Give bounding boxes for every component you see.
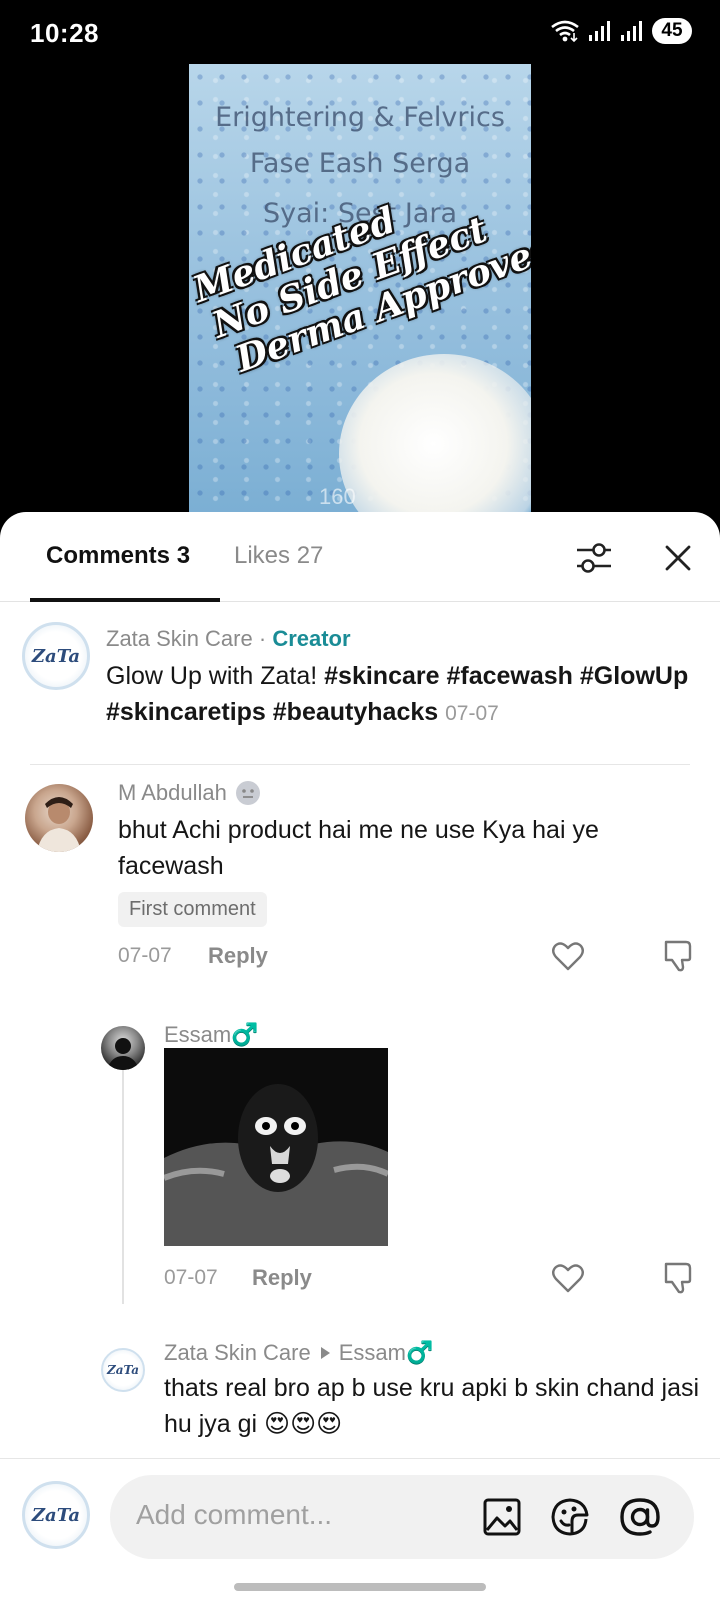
caption-comment: ZaTa Zata Skin Care · Creator Glow Up wi…	[0, 612, 720, 752]
comments-sheet: Comments 3 Likes 27 ZaTa Zata Skin Care …	[0, 512, 720, 1600]
home-indicator[interactable]	[234, 1583, 486, 1591]
hashtag[interactable]: #GlowUp	[580, 662, 688, 690]
status-icons: 45	[550, 18, 692, 44]
avatar-logo-text: ZaTa	[106, 1363, 140, 1377]
sheet-header: Comments 3 Likes 27	[0, 512, 720, 602]
tab-likes[interactable]: Likes 27	[234, 542, 323, 570]
comment-composer: ZaTa Add comment...	[0, 1458, 720, 1600]
signal-icon-2	[621, 21, 642, 41]
avatar-logo-text: ZaTa	[31, 1504, 81, 1526]
battery-indicator: 45	[652, 18, 692, 44]
avatar[interactable]: ZaTa	[22, 1481, 90, 1549]
reply-image[interactable]	[164, 1048, 388, 1246]
reply-to-author[interactable]: Essam♂️	[339, 1340, 434, 1366]
reply-item: Essam♂️ 07-07 Reply	[0, 1018, 720, 1318]
comment-date: 07-07	[164, 1266, 218, 1289]
comment-item: M Abdullah bhut Achi product hai me ne u…	[0, 774, 720, 974]
comment-author[interactable]: Zata Skin Care	[164, 1340, 311, 1366]
sliders-icon	[577, 543, 611, 573]
comment-date: 07-07	[445, 702, 499, 725]
comment-author-line: M Abdullah	[118, 780, 261, 806]
heart-icon[interactable]	[550, 938, 586, 974]
close-icon	[665, 545, 691, 571]
divider	[30, 764, 690, 765]
caption-text: Glow Up with Zata! #skincare #facewash #…	[106, 658, 696, 732]
video-print-line: Erightering & Felvrics	[215, 102, 505, 133]
comment-input-placeholder: Add comment...	[136, 1499, 333, 1530]
user-photo-icon	[37, 797, 81, 852]
filter-button[interactable]	[572, 536, 616, 580]
creator-label: Creator	[272, 626, 351, 651]
user-photo-icon	[107, 1038, 139, 1070]
comment-author[interactable]: Zata Skin Care	[106, 626, 253, 651]
hashtag[interactable]: #skincaretips	[106, 698, 266, 726]
avatar[interactable]	[25, 784, 93, 852]
comment-input[interactable]: Add comment...	[110, 1475, 694, 1559]
name-separator: ·	[258, 626, 267, 651]
caption-body: Glow Up with Zata!	[106, 662, 318, 690]
badge-icon	[235, 781, 260, 805]
avatar[interactable]: ZaTa	[22, 622, 90, 690]
mention-icon[interactable]	[618, 1495, 662, 1539]
video-player[interactable]: Erightering & Felvrics Fase Eash Serga S…	[189, 64, 531, 524]
avatar-logo-text: ZaTa	[31, 645, 81, 667]
comment-author-line: Zata Skin Care · Creator	[106, 626, 351, 652]
status-time: 10:28	[30, 18, 99, 48]
signal-icon	[589, 21, 610, 41]
first-comment-badge: First comment	[118, 892, 267, 927]
hashtag[interactable]: #skincare	[324, 662, 439, 690]
comment-text: thats real bro ap b use kru apki b skin …	[164, 1374, 700, 1438]
video-volume-text: 160	[319, 484, 356, 509]
reply-item: ZaTa Zata Skin Care Essam♂️ thats real b…	[0, 1338, 720, 1458]
status-bar: 10:28 45	[0, 0, 720, 64]
heart-icon[interactable]	[550, 1260, 586, 1296]
wifi-icon	[551, 20, 579, 43]
reply-button[interactable]: Reply	[208, 943, 268, 969]
comment-date: 07-07	[118, 944, 172, 967]
sticker-icon[interactable]	[550, 1497, 590, 1537]
reply-button[interactable]: Reply	[252, 1265, 312, 1291]
image-icon[interactable]	[482, 1497, 522, 1537]
avatar[interactable]	[101, 1026, 145, 1070]
active-tab-indicator	[30, 598, 220, 602]
close-button[interactable]	[656, 536, 700, 580]
caret-right-icon	[320, 1347, 330, 1359]
comment-author[interactable]: Essam♂️	[164, 1022, 259, 1048]
dislike-icon[interactable]	[660, 938, 696, 974]
comment-author[interactable]: M Abdullah	[118, 780, 227, 806]
tab-comments[interactable]: Comments 3	[46, 542, 190, 570]
dislike-icon[interactable]	[660, 1260, 696, 1296]
comment-text: bhut Achi product hai me ne use Kya hai …	[118, 816, 599, 880]
screen: 10:28 45 Erightering & Felvrics Fase Eas…	[0, 0, 720, 1600]
avatar[interactable]: ZaTa	[101, 1348, 145, 1392]
comment-author-line: Zata Skin Care Essam♂️	[164, 1340, 433, 1366]
reply-image-content	[164, 1048, 388, 1246]
hashtag[interactable]: #beautyhacks	[273, 698, 438, 726]
hashtag[interactable]: #facewash	[446, 662, 572, 690]
